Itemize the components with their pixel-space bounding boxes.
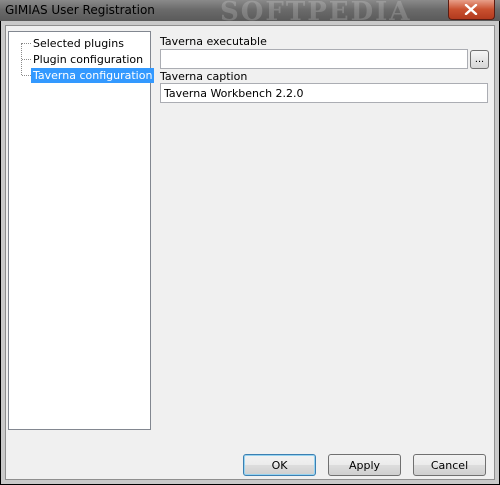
dialog-body: Selected plugins Plugin configuration Ta… xyxy=(5,25,495,480)
apply-button[interactable]: Apply xyxy=(328,454,401,476)
executable-label: Taverna executable xyxy=(160,35,267,48)
window-title: GIMIAS User Registration xyxy=(5,3,155,17)
title-bar[interactable]: GIMIAS User Registration SOFTPEDIA xyxy=(0,0,500,27)
close-button[interactable] xyxy=(448,0,495,20)
close-icon xyxy=(464,4,478,15)
cancel-button[interactable]: Cancel xyxy=(413,454,486,476)
ok-button[interactable]: OK xyxy=(243,454,316,476)
tree-item-plugin-configuration[interactable]: Plugin configuration xyxy=(31,52,145,67)
caption-field[interactable] xyxy=(160,83,488,103)
tree-connector xyxy=(22,59,31,60)
tree-item-taverna-configuration[interactable]: Taverna configuration xyxy=(31,68,155,83)
tree-item-selected-plugins[interactable]: Selected plugins xyxy=(31,36,126,51)
window-frame: Selected plugins Plugin configuration Ta… xyxy=(1,21,499,484)
tree-connector xyxy=(22,43,31,44)
executable-field[interactable] xyxy=(160,49,468,69)
settings-tree[interactable]: Selected plugins Plugin configuration Ta… xyxy=(8,31,155,430)
tree-connector xyxy=(22,75,31,76)
browse-button[interactable]: ... xyxy=(470,50,489,69)
caption-label: Taverna caption xyxy=(160,70,248,83)
